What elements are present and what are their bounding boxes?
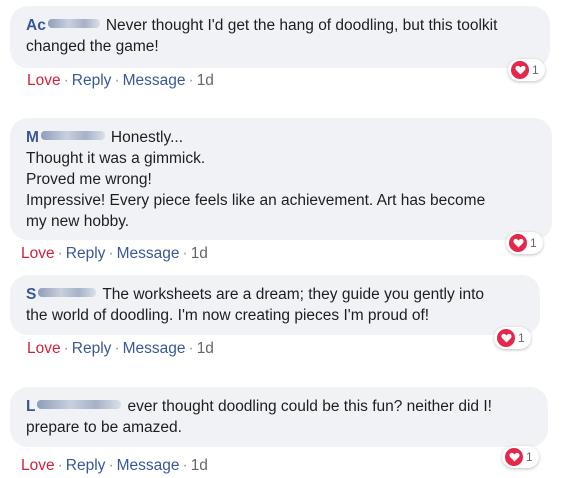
heart-icon: [505, 448, 523, 466]
reaction-badge[interactable]: 1: [508, 59, 545, 81]
comment-bubble: M Honestly... Thought it was a gimmick. P…: [10, 118, 552, 240]
reaction-count: 1: [526, 450, 533, 464]
comment-text-line: Thought it was a gimmick.: [26, 150, 206, 167]
comment-text-line: ever thought doodling could be this fun?…: [127, 398, 492, 415]
reply-button[interactable]: Reply: [66, 457, 106, 474]
redacted-name: [37, 400, 122, 409]
comment-actions: Love · Reply · Message · 1d: [21, 245, 208, 263]
heart-icon: [511, 61, 529, 79]
comment-text-line: Honestly...: [110, 129, 183, 146]
separator-dot: ·: [114, 72, 120, 89]
separator-dot: ·: [188, 340, 194, 357]
author-initial: S: [26, 286, 37, 303]
comment-author[interactable]: M: [26, 127, 105, 148]
heart-icon: [509, 234, 527, 252]
reply-button[interactable]: Reply: [72, 72, 112, 89]
comment-author[interactable]: Ac: [26, 15, 100, 36]
comment-text-line: my new hobby.: [26, 213, 130, 230]
love-button[interactable]: Love: [27, 72, 61, 89]
message-button[interactable]: Message: [123, 340, 186, 357]
comment-text-line: The worksheets are a dream; they guide y…: [102, 286, 485, 303]
timestamp[interactable]: 1d: [191, 457, 208, 474]
reaction-badge[interactable]: 1: [506, 232, 543, 254]
message-button[interactable]: Message: [117, 245, 180, 262]
redacted-name: [40, 131, 105, 140]
separator-dot: ·: [182, 457, 188, 474]
reaction-badge[interactable]: 1: [502, 446, 539, 468]
reply-button[interactable]: Reply: [72, 340, 112, 357]
author-initial: Ac: [26, 17, 46, 34]
comment-bubble: Lever thought doodling could be this fun…: [10, 387, 548, 447]
timestamp[interactable]: 1d: [191, 245, 208, 262]
comment-actions: Love · Reply · Message · 1d: [27, 72, 214, 90]
message-button[interactable]: Message: [117, 457, 180, 474]
author-initial: M: [26, 129, 39, 146]
reaction-count: 1: [518, 331, 525, 345]
separator-dot: ·: [57, 245, 63, 262]
timestamp[interactable]: 1d: [197, 72, 214, 89]
love-button[interactable]: Love: [21, 457, 55, 474]
comment-author[interactable]: L: [26, 396, 122, 417]
separator-dot: ·: [182, 245, 188, 262]
separator-dot: ·: [108, 457, 114, 474]
comment-bubble: Ac Never thought I'd get the hang of dood…: [10, 6, 550, 68]
reaction-count: 1: [530, 236, 537, 250]
separator-dot: ·: [108, 245, 114, 262]
reply-button[interactable]: Reply: [66, 245, 106, 262]
separator-dot: ·: [63, 72, 69, 89]
love-button[interactable]: Love: [27, 340, 61, 357]
comment-text-line: changed the game!: [26, 38, 159, 55]
message-button[interactable]: Message: [123, 72, 186, 89]
comment-author[interactable]: S: [26, 284, 97, 305]
heart-icon: [497, 329, 515, 347]
comment-text-line: Proved me wrong!: [26, 171, 152, 188]
separator-dot: ·: [63, 340, 69, 357]
redacted-name: [47, 19, 100, 28]
love-button[interactable]: Love: [21, 245, 55, 262]
comment-actions: Love · Reply · Message · 1d: [21, 457, 208, 475]
author-initial: L: [26, 398, 36, 415]
redacted-name: [38, 288, 97, 297]
comment-text-line: the world of doodling. I'm now creating …: [26, 307, 430, 324]
comment-text-line: Impressive! Every piece feels like an ac…: [26, 192, 486, 209]
separator-dot: ·: [114, 340, 120, 357]
separator-dot: ·: [188, 72, 194, 89]
reaction-badge[interactable]: 1: [494, 327, 531, 349]
timestamp[interactable]: 1d: [197, 340, 214, 357]
reaction-count: 1: [532, 63, 539, 77]
comment-bubble: S The worksheets are a dream; they guide …: [10, 275, 540, 335]
separator-dot: ·: [57, 457, 63, 474]
comment-text-line: prepare to be amazed.: [26, 419, 182, 436]
comment-text-line: Never thought I'd get the hang of doodli…: [105, 17, 498, 34]
comment-actions: Love · Reply · Message · 1d: [27, 340, 214, 358]
